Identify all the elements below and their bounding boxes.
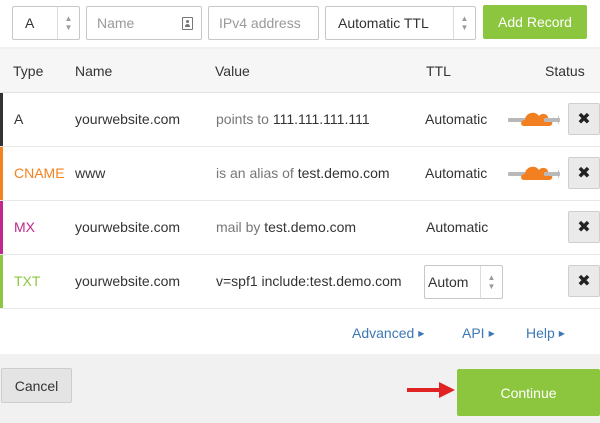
select-arrows-icon: ▲ ▼: [57, 7, 79, 39]
api-link-label: API: [462, 325, 485, 341]
ttl-edit-select[interactable]: Autom ▲ ▼: [424, 265, 503, 299]
value-connector: by: [245, 219, 261, 235]
help-link[interactable]: Help ▶: [526, 325, 565, 341]
cancel-button[interactable]: Cancel: [1, 368, 72, 403]
value-prefix: points to: [216, 111, 269, 127]
row-type-bar: [0, 201, 3, 254]
row-type-bar: [0, 93, 3, 146]
delete-record-button[interactable]: ✖: [568, 103, 600, 135]
close-icon: ✖: [577, 111, 591, 128]
table-header: Type Name Value TTL Status: [0, 49, 600, 93]
add-record-toolbar: A ▲ ▼ Name IPv4 address Automatic TTL ▲ ▼ …: [0, 0, 600, 47]
contact-card-icon: [182, 16, 193, 30]
table-row: CNAME www is an alias of test.demo.com A…: [0, 147, 600, 201]
record-type-select[interactable]: A ▲ ▼: [12, 6, 80, 40]
arrow-right-icon: [407, 382, 455, 398]
record-type: CNAME: [14, 165, 65, 181]
caret-right-icon: ▶: [558, 329, 565, 338]
record-ttl[interactable]: Automatic: [425, 165, 487, 181]
value-prefix: mail: [216, 219, 242, 235]
row-type-bar: [0, 255, 3, 308]
delete-record-button[interactable]: ✖: [568, 211, 600, 243]
value-text: test.demo.com: [297, 165, 390, 181]
header-name: Name: [75, 63, 113, 79]
caret-right-icon: ▶: [488, 329, 495, 338]
record-value[interactable]: v=spf1 include:test.demo.com: [216, 273, 424, 289]
select-arrows-icon: ▲ ▼: [480, 266, 502, 298]
help-link-label: Help: [526, 325, 555, 341]
select-arrows-icon: ▲ ▼: [453, 7, 475, 39]
api-link[interactable]: API ▶: [462, 325, 495, 341]
proxy-cloud-icon[interactable]: [508, 107, 560, 131]
record-name[interactable]: www: [75, 165, 105, 181]
table-row: TXT yourwebsite.com v=spf1 include:test.…: [0, 255, 600, 309]
close-icon: ✖: [577, 165, 591, 182]
continue-button[interactable]: Continue: [457, 369, 600, 416]
record-ttl[interactable]: Automatic: [426, 219, 488, 235]
ttl-edit-value: Autom: [428, 274, 469, 290]
record-type: MX: [14, 219, 35, 235]
delete-record-button[interactable]: ✖: [568, 265, 600, 297]
table-row: A yourwebsite.com points to 111.111.111.…: [0, 93, 600, 147]
dns-records-table: Type Name Value TTL Status A yourwebsite…: [0, 49, 600, 354]
record-ttl[interactable]: Automatic: [425, 111, 487, 127]
header-value: Value: [215, 63, 250, 79]
row-type-bar: [0, 147, 3, 200]
close-icon: ✖: [577, 273, 591, 290]
record-name[interactable]: yourwebsite.com: [75, 111, 180, 127]
header-ttl: TTL: [426, 63, 451, 79]
value-prefix: is an alias of: [216, 165, 294, 181]
delete-record-button[interactable]: ✖: [568, 157, 600, 189]
add-record-button[interactable]: Add Record: [483, 5, 587, 39]
header-type: Type: [13, 63, 44, 79]
record-value[interactable]: mail by test.demo.com: [216, 219, 356, 235]
proxy-cloud-icon[interactable]: [508, 161, 560, 185]
record-value[interactable]: points to 111.111.111.111: [216, 111, 370, 127]
value-text: test.demo.com: [264, 219, 357, 235]
record-name[interactable]: yourwebsite.com: [75, 273, 180, 289]
record-name[interactable]: yourwebsite.com: [75, 219, 180, 235]
name-placeholder: Name: [97, 15, 135, 31]
record-value[interactable]: is an alias of test.demo.com: [216, 165, 390, 181]
advanced-link-label: Advanced: [352, 325, 415, 341]
name-input[interactable]: Name: [86, 6, 202, 40]
ttl-select[interactable]: Automatic TTL ▲ ▼: [325, 6, 476, 40]
ttl-value: Automatic TTL: [338, 15, 429, 31]
ipv4-input[interactable]: IPv4 address: [208, 6, 319, 40]
advanced-link[interactable]: Advanced ▶: [352, 325, 424, 341]
record-type-value: A: [25, 15, 35, 31]
header-status: Status: [545, 63, 585, 79]
value-text: 111.111.111.111: [272, 111, 370, 127]
record-type: A: [14, 111, 24, 127]
ipv4-placeholder: IPv4 address: [219, 15, 301, 31]
close-icon: ✖: [577, 219, 591, 236]
table-row: MX yourwebsite.com mail by test.demo.com…: [0, 201, 600, 255]
caret-right-icon: ▶: [418, 329, 425, 338]
record-type: TXT: [14, 273, 41, 289]
